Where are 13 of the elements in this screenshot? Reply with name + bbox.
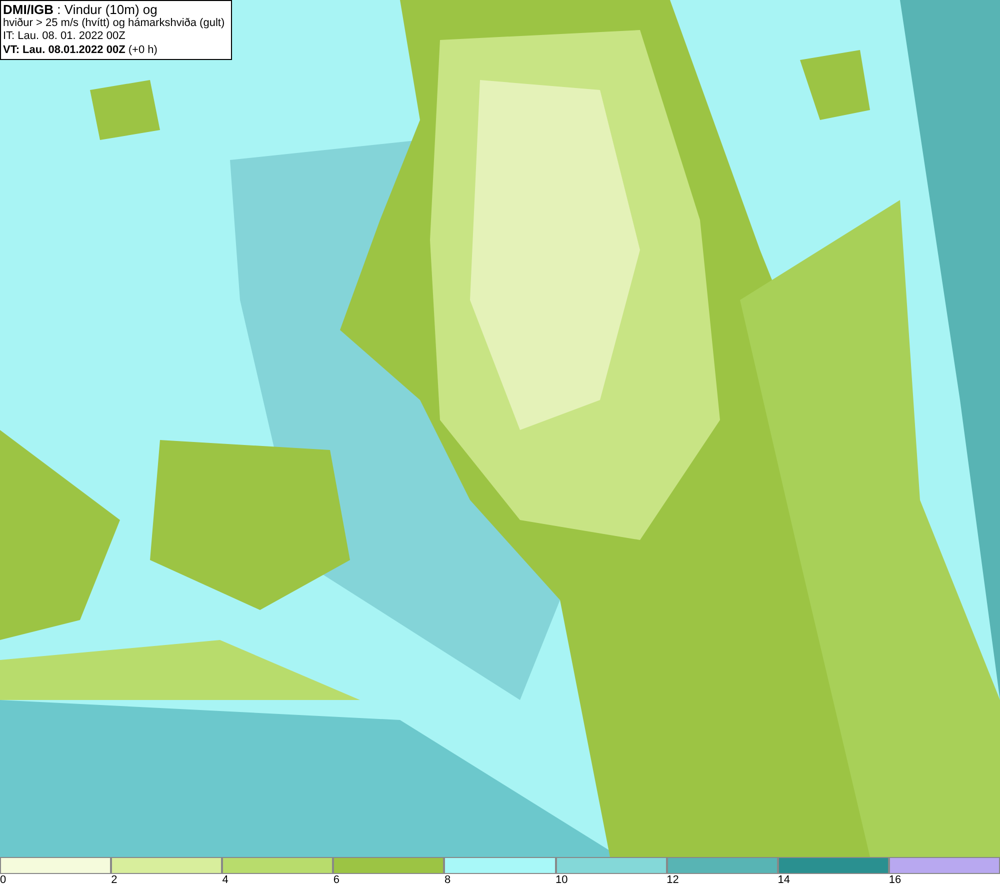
legend-tick-label: 16 (888, 874, 902, 887)
title-line: hviður > 25 m/s (hvítt) og hámarkshviða (gult) (3, 16, 225, 30)
legend-tick-label: 6 (333, 874, 340, 887)
legend-tick-label: 2 (111, 874, 118, 887)
legend-tick-label: 10 (556, 874, 568, 887)
legend-tick-label: 12 (666, 874, 679, 887)
title-line: DMI/IGB : Vindur (10m) og (3, 3, 158, 16)
legend-tick-label: 0 (0, 874, 6, 887)
legend-tick-label: 8 (444, 874, 451, 887)
title-line: IT: Lau. 08. 01. 2022 00Z (3, 30, 126, 44)
legend-tick-label: 14 (778, 874, 790, 887)
title-line: VT: Lau. 08.01.2022 00Z (+0 h) (3, 44, 158, 57)
legend-tick-label: 4 (222, 874, 228, 887)
